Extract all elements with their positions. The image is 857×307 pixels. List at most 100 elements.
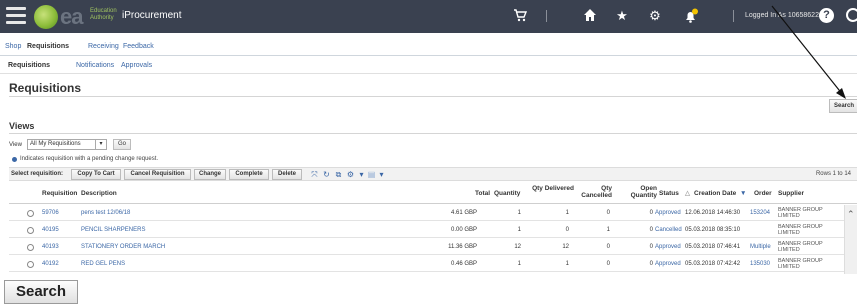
- sort-icon[interactable]: △: [685, 190, 690, 197]
- delete-button[interactable]: Delete: [272, 169, 302, 180]
- col-description[interactable]: Description: [81, 190, 117, 197]
- cell-qty-delivered: 1: [565, 261, 569, 267]
- cell-order[interactable]: Multiple: [750, 244, 771, 250]
- col-qty-cancelled[interactable]: Qty Cancelled: [574, 185, 612, 199]
- view-select[interactable]: All My Requisitions ▾: [27, 139, 107, 150]
- bell-icon[interactable]: [683, 8, 699, 24]
- row-select-radio[interactable]: [27, 227, 34, 234]
- cell-order[interactable]: 153204: [750, 210, 770, 216]
- chevron-down-icon[interactable]: ▾: [377, 170, 386, 179]
- col-quantity[interactable]: Quantity: [494, 190, 520, 197]
- divider: [9, 96, 857, 97]
- cell-requisition[interactable]: 40195: [42, 227, 59, 233]
- header-separator: [733, 10, 734, 22]
- col-qty-delivered[interactable]: Qty Delivered: [532, 185, 574, 192]
- cell-supplier: BANNER GROUP LIMITED: [778, 241, 823, 253]
- cell-creation-date: 05.03.2018 07:42:42: [685, 261, 741, 267]
- cell-total: 11.36 GBP: [448, 244, 477, 250]
- subtab-requisitions[interactable]: Requisitions: [8, 62, 50, 69]
- col-creation-date[interactable]: Creation Date: [694, 190, 736, 197]
- cell-order[interactable]: 135030: [750, 261, 770, 267]
- detach-icon[interactable]: ⧉: [334, 170, 343, 179]
- row-select-radio[interactable]: [27, 210, 34, 217]
- chevron-down-icon[interactable]: ▾: [357, 170, 366, 179]
- table-row[interactable]: 40192 RED GEL PENS 0.46 GBP 1 1 0 0 Approved 05.…: [9, 257, 844, 272]
- tab-requisitions[interactable]: Requisitions: [27, 43, 69, 50]
- subtab-approvals[interactable]: Approvals: [121, 62, 152, 69]
- gear-icon[interactable]: ⚙: [647, 8, 663, 24]
- view-label: View: [9, 142, 22, 148]
- cell-total: 0.00 GBP: [450, 227, 477, 233]
- header-separator: [546, 10, 547, 22]
- power-icon[interactable]: [846, 8, 857, 22]
- pending-change-icon: [12, 157, 17, 162]
- app-title: iProcurement: [122, 10, 182, 21]
- cell-description[interactable]: pens test 12/06/18: [81, 210, 130, 216]
- cell-description[interactable]: RED GEL PENS: [81, 261, 125, 267]
- copy-to-cart-button[interactable]: Copy To Cart: [71, 169, 121, 180]
- cell-description[interactable]: PENCIL SHARPENERS: [81, 227, 145, 233]
- cell-qty-cancelled: 0: [606, 244, 610, 250]
- tab-receiving[interactable]: Receiving: [88, 43, 119, 50]
- col-order[interactable]: Order: [754, 190, 772, 197]
- cell-status[interactable]: Cancelled: [655, 227, 682, 233]
- columns-icon[interactable]: ▤: [367, 170, 376, 179]
- star-icon[interactable]: ★: [614, 8, 630, 24]
- cell-creation-date: 05.03.2018 08:35:10: [685, 227, 741, 233]
- views-heading: Views: [9, 121, 35, 131]
- table-header: Requisition Description Total Quantity Q…: [9, 182, 857, 204]
- settings-icon[interactable]: ⚙: [346, 170, 355, 179]
- col-supplier[interactable]: Supplier: [778, 190, 804, 197]
- view-select-value: All My Requisitions: [30, 141, 81, 147]
- cell-requisition[interactable]: 59706: [42, 210, 59, 216]
- cell-supplier: BANNER GROUP LIMITED: [778, 224, 823, 236]
- cell-total: 0.46 GBP: [450, 261, 477, 267]
- cell-qty-delivered: 0: [565, 227, 569, 233]
- help-icon[interactable]: ?: [819, 8, 834, 23]
- cell-status[interactable]: Approved: [655, 244, 681, 250]
- cell-requisition[interactable]: 40193: [42, 244, 59, 250]
- cell-supplier: BANNER GROUP LIMITED: [778, 258, 823, 270]
- cancel-requisition-button[interactable]: Cancel Requisition: [124, 169, 191, 180]
- col-total[interactable]: Total: [475, 190, 490, 197]
- cell-status[interactable]: Approved: [655, 210, 681, 216]
- tab-feedback[interactable]: Feedback: [123, 43, 154, 50]
- cell-open-quantity: 0: [649, 261, 653, 267]
- cart-icon[interactable]: [512, 8, 528, 24]
- rows-info: Rows 1 to 14: [815, 171, 851, 177]
- cell-requisition[interactable]: 40192: [42, 261, 59, 267]
- row-select-radio[interactable]: [27, 261, 34, 268]
- tab-shop[interactable]: Shop: [5, 43, 21, 50]
- col-status[interactable]: Status: [659, 190, 679, 197]
- complete-button[interactable]: Complete: [229, 169, 269, 180]
- cell-qty-delivered: 12: [562, 244, 569, 250]
- cell-quantity: 1: [517, 210, 521, 216]
- search-button[interactable]: Search: [829, 99, 857, 113]
- table-toolbar: Select requisition: Copy To Cart Cancel …: [9, 167, 857, 181]
- sort-desc-icon[interactable]: ▼: [740, 190, 746, 197]
- expand-icon[interactable]: ⤧: [310, 170, 319, 179]
- change-button[interactable]: Change: [194, 169, 226, 180]
- col-open-quantity[interactable]: Open Quantity: [621, 185, 657, 199]
- search-button-caption: Search: [4, 280, 78, 304]
- chevron-up-icon[interactable]: ⌃: [847, 209, 855, 220]
- home-icon[interactable]: [582, 8, 598, 24]
- go-button[interactable]: Go: [113, 139, 131, 150]
- cell-description[interactable]: STATIONERY ORDER MARCH: [81, 244, 165, 250]
- cell-creation-date: 12.06.2018 14:46:30: [685, 210, 741, 216]
- chevron-down-icon[interactable]: ▾: [95, 140, 106, 149]
- row-select-radio[interactable]: [27, 244, 34, 251]
- logged-in-user: Logged In As 10658622: [745, 12, 819, 19]
- table-row[interactable]: 59706 pens test 12/06/18 4.61 GBP 1 1 0 0 Appro…: [9, 206, 844, 221]
- table-row[interactable]: 40195 PENCIL SHARPENERS 0.00 GBP 1 0 1 0 Cancel…: [9, 223, 844, 238]
- cell-quantity: 1: [517, 227, 521, 233]
- refresh-icon[interactable]: ↻: [322, 170, 331, 179]
- subtab-notifications[interactable]: Notifications: [76, 62, 114, 69]
- hamburger-menu-icon[interactable]: [6, 7, 26, 25]
- cell-status[interactable]: Approved: [655, 261, 681, 267]
- vertical-scrollbar[interactable]: ⌃: [844, 205, 857, 274]
- top-header-bar: ea Education Authority iProcurement ★ ⚙ …: [0, 0, 857, 33]
- table-row[interactable]: 40193 STATIONERY ORDER MARCH 11.36 GBP 12 12…: [9, 240, 844, 255]
- col-requisition[interactable]: Requisition: [42, 190, 77, 197]
- select-requisition-label: Select requisition:: [11, 171, 64, 177]
